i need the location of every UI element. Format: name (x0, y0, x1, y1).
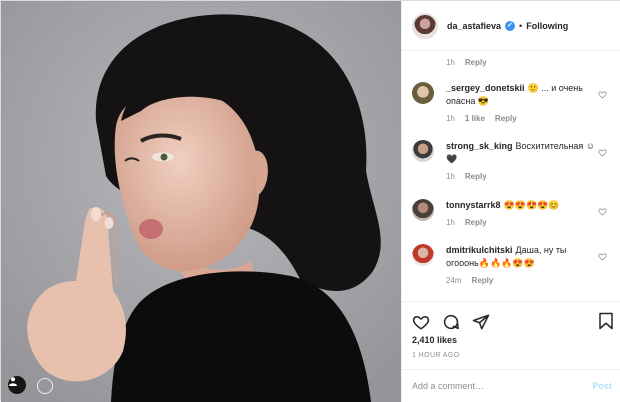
commenter-username[interactable]: strong_sk_king (446, 141, 513, 151)
commenter-avatar[interactable] (412, 244, 434, 266)
tag-indicator-icon[interactable] (37, 378, 53, 394)
add-comment-input[interactable] (412, 381, 593, 391)
heart-icon[interactable] (412, 313, 430, 331)
author-username[interactable]: da_astafieva (447, 21, 501, 31)
portrait-image (1, 1, 401, 402)
bookmark-icon[interactable] (598, 312, 614, 330)
comment-icon[interactable] (442, 313, 460, 331)
tagged-user-icon[interactable] (8, 376, 26, 394)
post-comment-button[interactable]: Post (592, 381, 612, 391)
commenter-avatar[interactable] (412, 82, 434, 104)
reply-link[interactable]: Reply (495, 114, 517, 123)
reply-link[interactable]: Reply (465, 58, 487, 67)
like-count[interactable]: 2,410 likes (412, 335, 457, 345)
header-separator: • (519, 20, 523, 31)
comment-item: _sergey_donetskii 🙂 ... и очень опасна 😎 … (412, 82, 617, 123)
commenter-avatar[interactable] (412, 140, 434, 162)
comment-item: tonnystarrk8 😍😍😍😍😊 1h Reply (412, 199, 617, 227)
comment-like-heart-icon[interactable] (598, 148, 607, 157)
reply-link[interactable]: Reply (472, 276, 494, 285)
post-header: da_astafieva ✓ • Following (402, 1, 620, 51)
reply-link[interactable]: Reply (465, 218, 487, 227)
reply-link[interactable]: Reply (465, 172, 487, 181)
comment-like-heart-icon[interactable] (598, 207, 607, 216)
share-icon[interactable] (472, 313, 490, 331)
following-button[interactable]: Following (526, 21, 568, 31)
comment-likes-link[interactable]: 1 like (465, 114, 485, 123)
comment-like-heart-icon[interactable] (598, 252, 607, 261)
previous-comment-meta: 1h Reply (446, 58, 487, 67)
commenter-username[interactable]: tonnystarrk8 (446, 200, 501, 210)
comment-meta: 1h Reply (446, 218, 617, 227)
comment-item: dmitrikulchitski Даша, ну ты огооонь🔥🔥🔥😍😍… (412, 244, 617, 285)
comment-time: 1h (446, 58, 455, 67)
comment-text: 😍😍😍😍😊 (503, 200, 560, 210)
comment-composer: Post (402, 369, 620, 402)
commenter-avatar[interactable] (412, 199, 434, 221)
comment-meta: 24m Reply (446, 276, 617, 285)
post-sidebar: da_astafieva ✓ • Following 1h Reply _ser… (401, 1, 620, 402)
comment-time: 1h (446, 172, 455, 181)
user-glyph (9, 377, 17, 386)
post-photo[interactable] (1, 1, 401, 402)
comment-time: 1h (446, 218, 455, 227)
instagram-post-modal: da_astafieva ✓ • Following 1h Reply _ser… (0, 0, 620, 402)
post-timestamp: 1 HOUR AGO (412, 352, 460, 359)
author-avatar[interactable] (412, 12, 438, 39)
comment-meta: 1h 1 like Reply (446, 114, 617, 123)
comment-like-heart-icon[interactable] (598, 90, 607, 99)
comment-time: 24m (446, 276, 462, 285)
verified-badge-icon: ✓ (505, 20, 516, 31)
commenter-username[interactable]: _sergey_donetskii (446, 83, 525, 93)
commenter-username[interactable]: dmitrikulchitski (446, 245, 513, 255)
comment-time: 1h (446, 114, 455, 123)
comment-item: strong_sk_king Восхитительная ☺🖤 1h Reply (412, 140, 617, 181)
comments-list[interactable]: 1h Reply _sergey_donetskii 🙂 ... и очень … (402, 51, 620, 301)
comment-meta: 1h Reply (446, 172, 617, 181)
post-actions: 2,410 likes 1 HOUR AGO (402, 301, 620, 369)
